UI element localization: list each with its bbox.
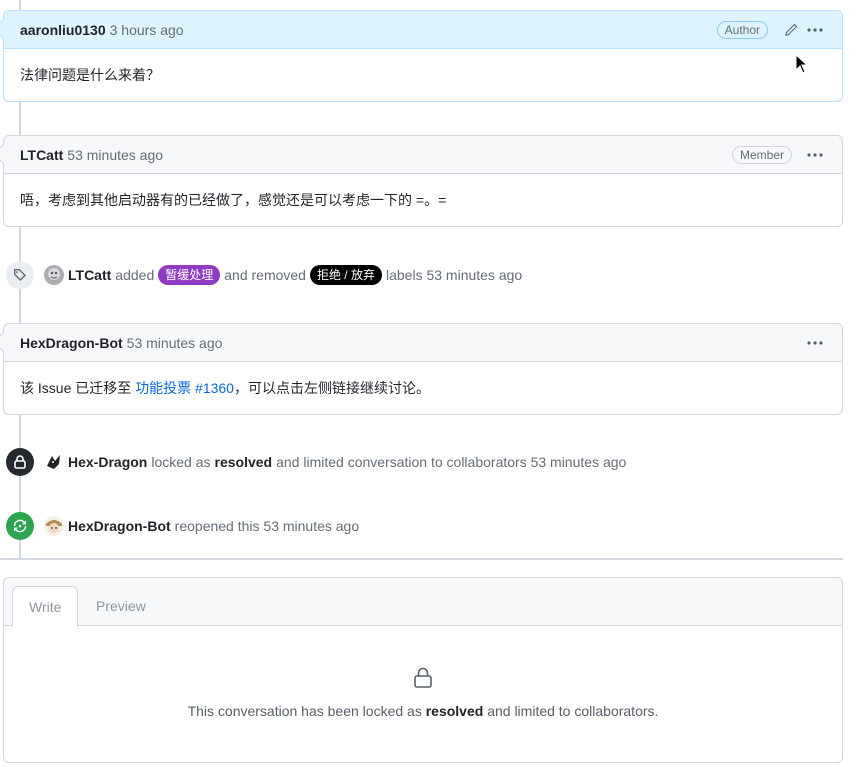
lock-icon — [4, 666, 842, 693]
comment-aaronliu0130: aaronliu0130 3 hours ago Author 法律问题是什么来… — [0, 10, 843, 102]
member-badge: Member — [731, 145, 792, 164]
mouse-cursor-icon — [795, 53, 809, 77]
event-time[interactable]: labels 53 minutes ago — [386, 267, 522, 283]
locked-notice: This conversation has been locked as res… — [4, 626, 842, 719]
event-text: added — [115, 267, 155, 283]
author-badge: Author — [716, 20, 768, 39]
comment-arrow — [0, 19, 13, 39]
timeline-divider — [0, 558, 843, 560]
locked-text: This conversation has been locked as — [187, 703, 422, 719]
avatar[interactable] — [44, 516, 64, 536]
tab-write[interactable]: Write — [12, 586, 79, 627]
kebab-menu-icon[interactable] — [804, 332, 826, 354]
comment-author[interactable]: aaronliu0130 — [20, 22, 106, 38]
comment-text: 该 Issue 已迁移至 — [20, 380, 136, 396]
event-user[interactable]: Hex-Dragon — [68, 454, 147, 470]
kebab-menu-icon[interactable] — [804, 144, 826, 166]
tag-icon — [6, 261, 34, 289]
issue-timeline: aaronliu0130 3 hours ago Author 法律问题是什么来… — [0, 0, 857, 767]
labels-event: LTCatt added 暂缓处理 and removed 拒绝 / 放弃 la… — [6, 261, 526, 289]
event-text: and removed — [224, 267, 306, 283]
comment-body: 该 Issue 已迁移至 功能投票 #1360，可以点击左侧链接继续讨论。 — [4, 362, 842, 415]
comment-body: 唔，考虑到其他启动器有的已经做了，感觉还是可以考虑一下的 =。= — [20, 192, 447, 208]
lock-icon — [6, 448, 34, 476]
label-removed[interactable]: 拒绝 / 放弃 — [309, 265, 382, 285]
tab-preview[interactable]: Preview — [80, 586, 162, 627]
event-text: and limited conversation to collaborator… — [276, 454, 627, 470]
comment-header: aaronliu0130 3 hours ago Author — [0, 11, 842, 49]
avatar[interactable] — [44, 452, 64, 472]
issue-link[interactable]: 功能投票 #1360 — [135, 380, 234, 396]
pencil-icon[interactable] — [780, 19, 802, 41]
event-user[interactable]: LTCatt — [68, 267, 111, 283]
event-user[interactable]: HexDragon-Bot — [68, 518, 171, 534]
comment-arrow — [0, 332, 13, 352]
comment-author[interactable]: HexDragon-Bot — [20, 335, 123, 351]
comment-time[interactable]: 53 minutes ago — [127, 335, 223, 351]
kebab-menu-icon[interactable] — [804, 19, 826, 41]
locked-event: Hex-Dragon locked as resolved and limite… — [6, 448, 630, 476]
comment-header: HexDragon-Bot 53 minutes ago — [0, 324, 842, 362]
comment-body: 法律问题是什么来着？ — [20, 67, 160, 83]
event-text: locked as — [151, 454, 211, 470]
avatar[interactable] — [44, 265, 64, 285]
comment-time[interactable]: 53 minutes ago — [67, 147, 163, 163]
locked-reason: resolved — [425, 703, 484, 719]
event-text[interactable]: reopened this 53 minutes ago — [175, 518, 359, 534]
comment-header: LTCatt 53 minutes ago Member — [0, 136, 842, 174]
lock-reason: resolved — [214, 454, 273, 470]
composer-tabs: Write Preview — [4, 578, 842, 627]
comment-composer: Write Preview This conversation has been… — [3, 577, 843, 763]
comment-hexdragon-bot: HexDragon-Bot 53 minutes ago 该 Issue 已迁移… — [0, 323, 843, 415]
comment-arrow — [0, 144, 13, 164]
comment-author[interactable]: LTCatt — [20, 147, 63, 163]
locked-text: and limited to collaborators. — [487, 703, 659, 719]
comment-ltcatt: LTCatt 53 minutes ago Member 唔，考虑到其他启动器有… — [0, 135, 843, 227]
reopened-event: HexDragon-Bot reopened this 53 minutes a… — [6, 512, 363, 540]
comment-time[interactable]: 3 hours ago — [110, 22, 184, 38]
reopen-icon — [6, 512, 34, 540]
label-added[interactable]: 暂缓处理 — [158, 265, 221, 285]
comment-text: ，可以点击左侧链接继续讨论。 — [233, 380, 430, 396]
